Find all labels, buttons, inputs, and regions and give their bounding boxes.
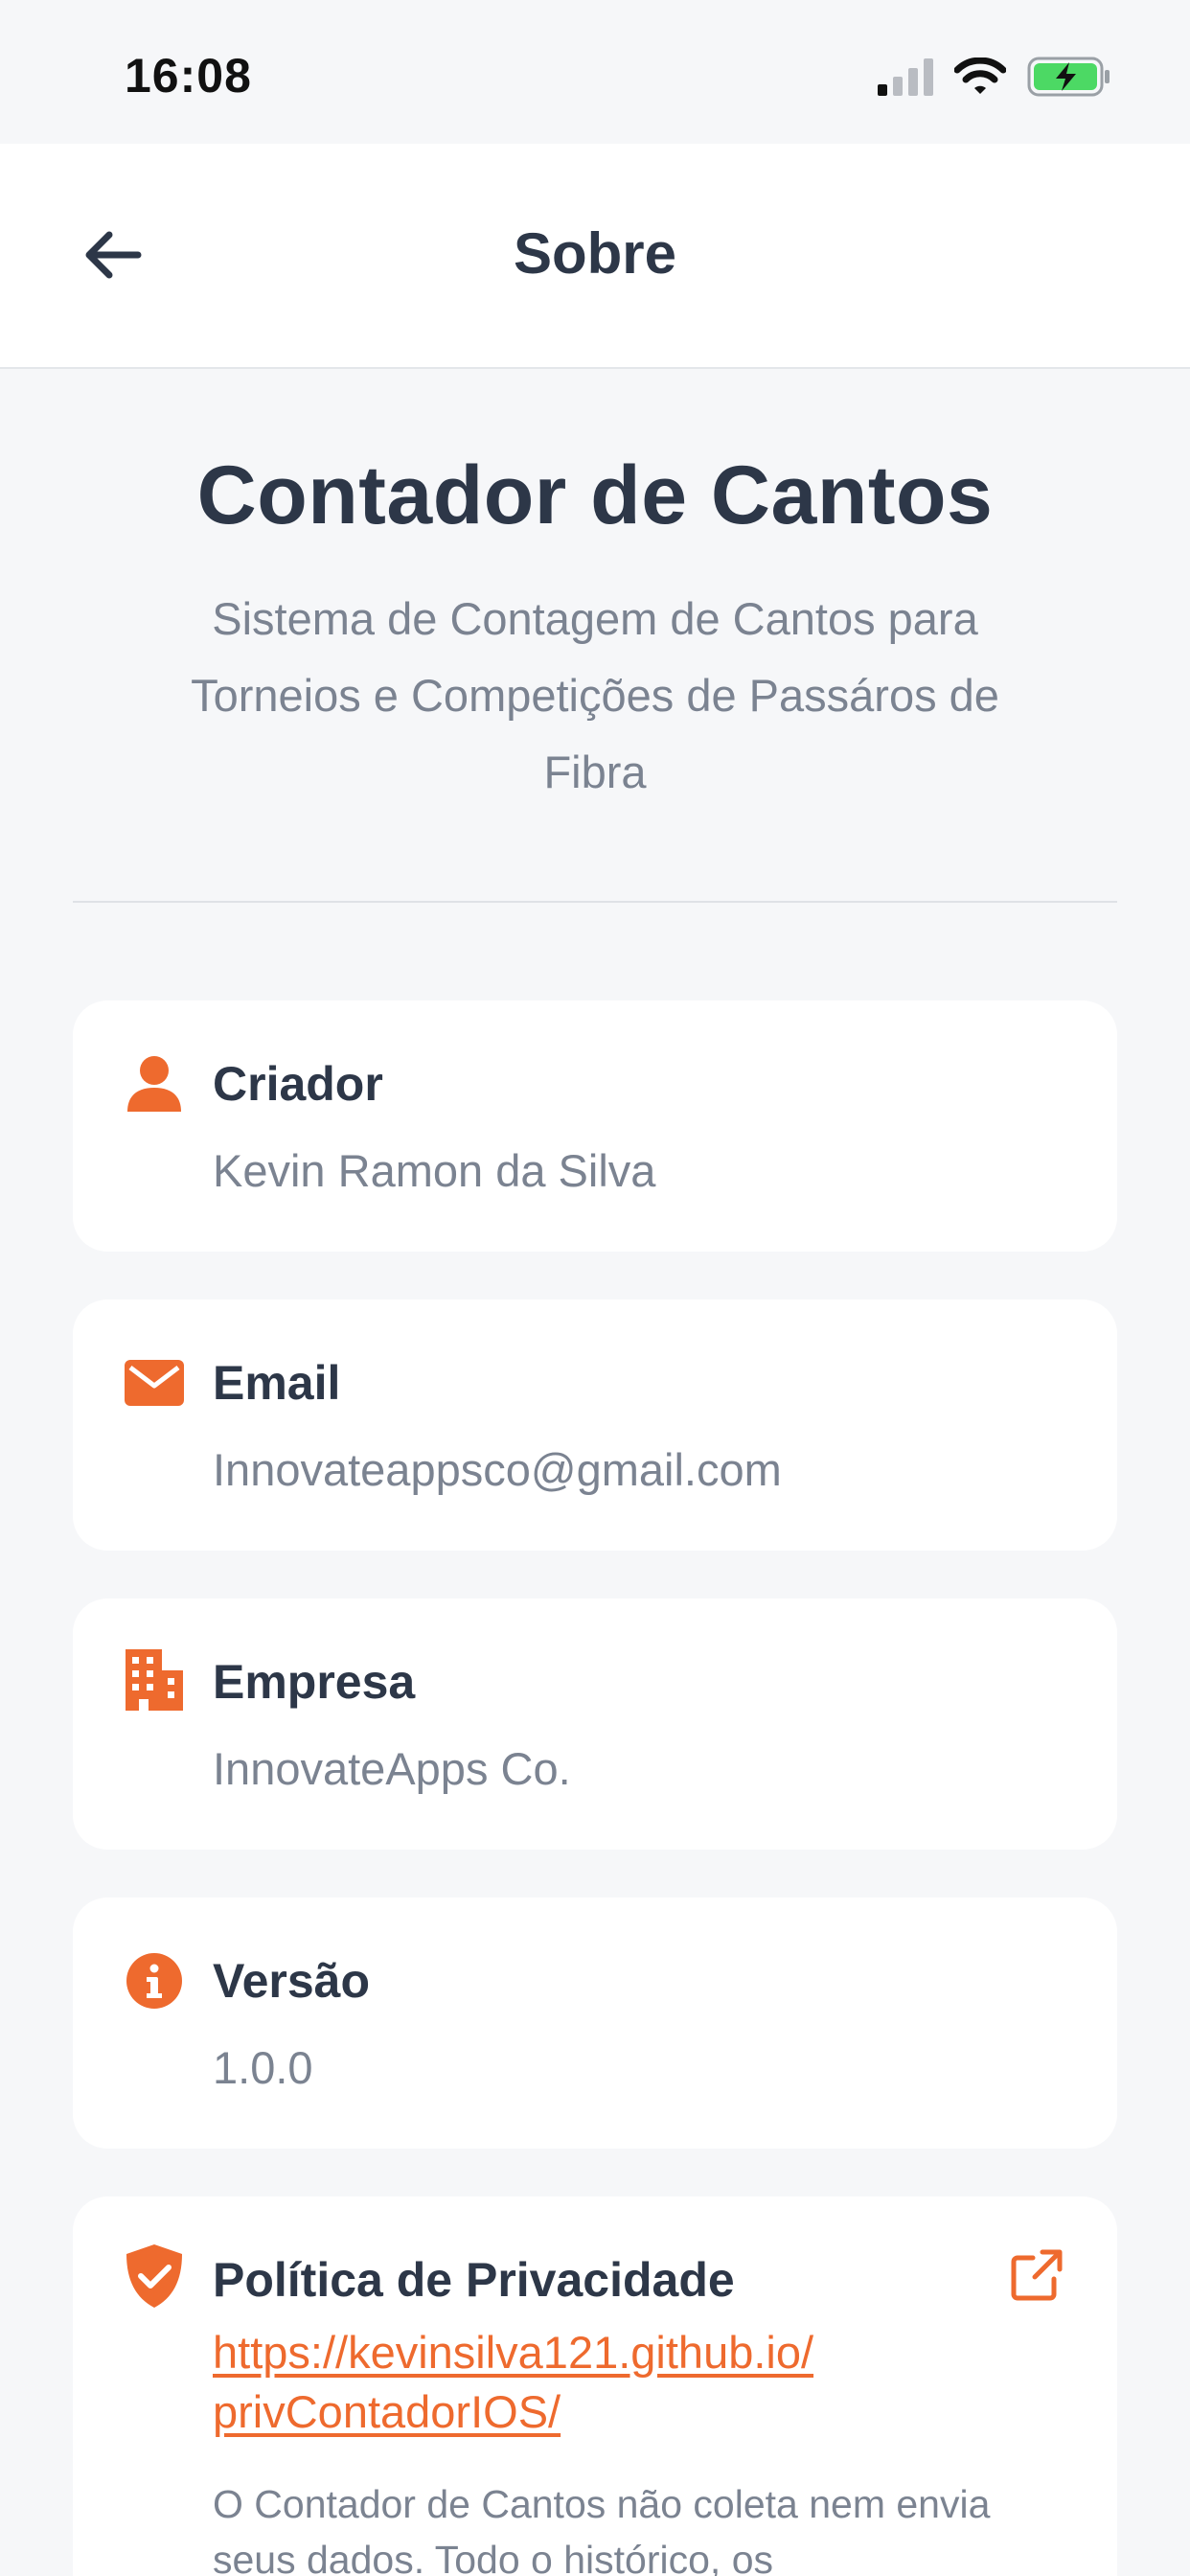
privacy-description: O Contador de Cantos não coleta nem envi… bbox=[213, 2482, 991, 2576]
email-label: Email bbox=[213, 1356, 341, 1410]
about-screen: 16:08 Sobre Contador de Cantos Sistema d… bbox=[0, 0, 1190, 2576]
company-card: Empresa InnovateApps Co. bbox=[73, 1598, 1117, 1850]
wifi-icon bbox=[953, 57, 1007, 101]
email-card[interactable]: Email Innovateappsco@gmail.com bbox=[73, 1300, 1117, 1551]
company-value: InnovateApps Co. bbox=[213, 1743, 571, 1794]
status-icons bbox=[878, 56, 1111, 102]
external-link-icon[interactable] bbox=[1008, 2246, 1065, 2304]
status-time: 16:08 bbox=[125, 49, 252, 103]
divider bbox=[73, 901, 1117, 903]
app-title: Contador de Cantos bbox=[196, 449, 994, 541]
version-card: Versão 1.0.0 bbox=[73, 1898, 1117, 2149]
app-subtitle: Sistema de Contagem de Cantos para Torne… bbox=[191, 593, 999, 797]
envelope-icon bbox=[125, 1353, 184, 1413]
nav-title: Sobre bbox=[513, 221, 677, 286]
creator-value: Kevin Ramon da Silva bbox=[213, 1145, 656, 1196]
privacy-label: Política de Privacidade bbox=[213, 2253, 735, 2307]
info-icon bbox=[125, 1951, 184, 2011]
building-icon bbox=[125, 1649, 184, 1711]
shield-check-icon bbox=[125, 2244, 184, 2308]
creator-label: Criador bbox=[213, 1057, 383, 1111]
company-label: Empresa bbox=[213, 1655, 416, 1709]
person-icon bbox=[125, 1054, 184, 1114]
nav-bar: Sobre bbox=[0, 144, 1190, 369]
battery-charging-icon bbox=[1027, 57, 1111, 102]
status-bar: 16:08 bbox=[0, 0, 1190, 144]
version-label: Versão bbox=[213, 1954, 371, 2008]
cellular-signal-icon bbox=[878, 58, 933, 101]
creator-card: Criador Kevin Ramon da Silva bbox=[73, 1000, 1117, 1252]
privacy-card[interactable]: Política de Privacidade https://kevinsil… bbox=[73, 2196, 1117, 2576]
email-value[interactable]: Innovateappsco@gmail.com bbox=[213, 1443, 782, 1496]
version-value: 1.0.0 bbox=[213, 2042, 313, 2093]
privacy-link[interactable]: https://kevinsilva121.github.io/ privCon… bbox=[213, 2323, 813, 2442]
